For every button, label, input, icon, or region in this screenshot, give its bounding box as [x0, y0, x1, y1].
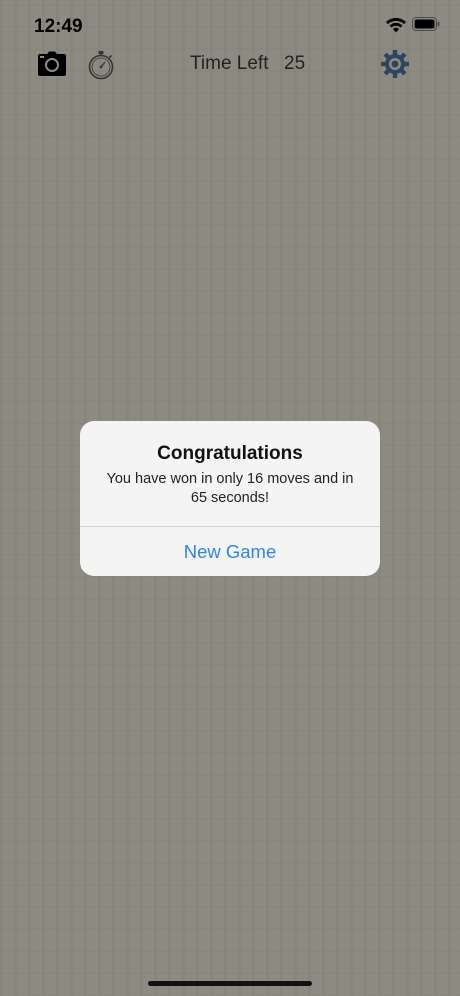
game-screen: 12:49 Time Left 25 Congratulations You h… — [0, 0, 460, 996]
alert-title: Congratulations — [157, 443, 303, 464]
battery-icon — [412, 17, 440, 31]
alert-message: You have won in only 16 moves and in 65 … — [106, 471, 354, 506]
gear-icon[interactable] — [380, 49, 410, 79]
new-game-button[interactable]: New Game — [80, 527, 380, 576]
status-time: 12:49 — [34, 16, 83, 37]
time-left-value: 25 — [284, 53, 306, 74]
game-toolbar: Time Left 25 — [0, 44, 460, 84]
wifi-icon — [386, 18, 406, 33]
camera-icon[interactable] — [37, 51, 67, 77]
stopwatch-icon[interactable] — [85, 49, 117, 81]
congratulations-alert: Congratulations You have won in only 16 … — [80, 421, 380, 576]
home-indicator[interactable] — [148, 981, 312, 986]
time-left-label: Time Left — [190, 53, 269, 74]
status-bar: 12:49 — [0, 0, 460, 50]
